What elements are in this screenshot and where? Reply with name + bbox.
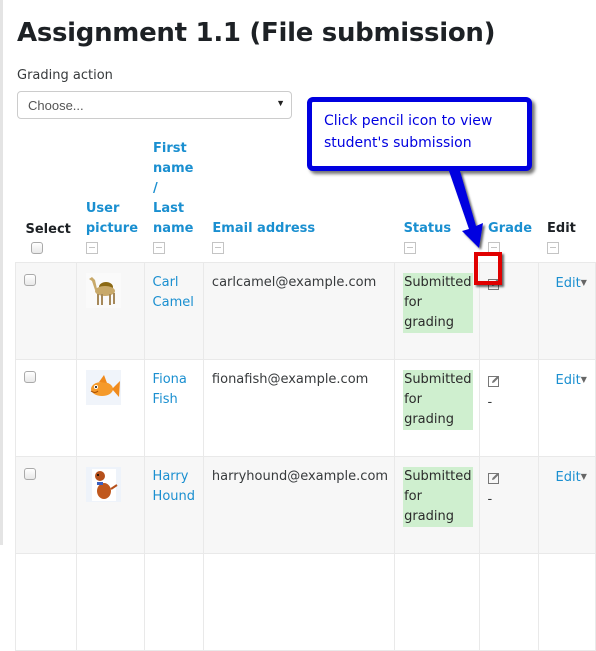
annotation-arrow (449, 171, 483, 248)
collapse-icon[interactable] (547, 242, 560, 254)
grading-action-label: Grading action (17, 68, 113, 83)
table-row: Harry Hound harryhound@example.com Submit… (14, 456, 596, 554)
header-edit: Edit (538, 139, 595, 263)
header-select: Select (16, 139, 77, 263)
edit-cell: Edit▼ (537, 262, 596, 360)
email-cell: harryhound@example.com (202, 456, 396, 554)
user-name-link[interactable]: Fiona Fish (153, 372, 187, 407)
grading-action-value: Choose... (28, 98, 84, 113)
arrow-shape (449, 171, 483, 248)
grade-cell: - (478, 359, 539, 457)
dog-avatar[interactable] (86, 467, 122, 502)
collapse-icon[interactable] (403, 242, 416, 254)
select-cell (14, 262, 78, 360)
page-title: Assignment 1.1 (File submission) (17, 18, 496, 48)
name-cell: Harry Hound (143, 456, 204, 554)
pencil-edit-icon[interactable] (487, 375, 500, 387)
status-cell: Submitted for grading (394, 359, 480, 457)
table-row (14, 553, 596, 651)
name-cell: Fiona Fish (143, 359, 204, 457)
header-user-picture[interactable]: User picture (77, 139, 144, 263)
row-checkbox[interactable] (24, 274, 36, 286)
select-cell (14, 456, 78, 554)
caret-down-icon: ▼ (580, 278, 587, 287)
annotation-callout: Click pencil icon to view student's subm… (307, 97, 532, 171)
row-checkbox[interactable] (24, 371, 36, 383)
edit-menu[interactable]: Edit▼ (556, 373, 587, 388)
annotation-text-line-1: Click pencil icon to view (324, 113, 493, 129)
picture-cell (76, 456, 145, 554)
submissions-table: Select User picture First name / Last na… (14, 139, 596, 651)
row-checkbox[interactable] (24, 468, 36, 480)
grade-value: - (487, 492, 493, 507)
name-cell: Carl Camel (143, 262, 204, 360)
user-name-link[interactable]: Carl Camel (153, 275, 194, 310)
collapse-icon[interactable] (85, 242, 98, 254)
email-cell: carlcamel@example.com (202, 262, 396, 360)
status-cell: Submitted for grading (394, 456, 480, 554)
edit-cell: Edit▼ (537, 456, 596, 554)
select-all-checkbox[interactable] (30, 242, 43, 254)
left-border (0, 0, 3, 545)
edit-cell: Edit▼ (537, 359, 596, 457)
grading-action-select[interactable]: Choose... ▼ (17, 91, 292, 119)
grade-value: - (487, 395, 493, 410)
fish-avatar[interactable] (86, 370, 122, 405)
pencil-highlight-box (474, 252, 502, 285)
user-name-link[interactable]: Harry Hound (153, 469, 195, 504)
edit-menu[interactable]: Edit▼ (556, 276, 587, 291)
dropdown-arrow-icon: ▼ (276, 98, 285, 108)
pencil-edit-icon[interactable] (487, 472, 500, 484)
grade-cell: - (478, 456, 539, 554)
table-row: Carl Camel carlcamel@example.com Submitte… (14, 262, 596, 360)
annotation-text-line-2: student's submission (324, 135, 472, 151)
collapse-icon[interactable] (153, 242, 166, 254)
collapse-icon[interactable] (212, 242, 225, 254)
status-cell: Submitted for grading (394, 262, 480, 360)
picture-cell (76, 262, 145, 360)
picture-cell (76, 359, 145, 457)
status-badge: Submitted for grading (403, 273, 473, 333)
header-name[interactable]: First name / Last name (144, 139, 203, 263)
camel-avatar[interactable] (86, 273, 122, 308)
email-cell: fionafish@example.com (202, 359, 396, 457)
table-row: Fiona Fish fionafish@example.com Submitte… (14, 359, 596, 457)
caret-down-icon: ▼ (580, 375, 587, 384)
caret-down-icon: ▼ (580, 472, 587, 481)
status-badge: Submitted for grading (403, 467, 473, 527)
select-cell (14, 359, 78, 457)
status-badge: Submitted for grading (403, 370, 473, 430)
edit-menu[interactable]: Edit▼ (556, 470, 587, 485)
